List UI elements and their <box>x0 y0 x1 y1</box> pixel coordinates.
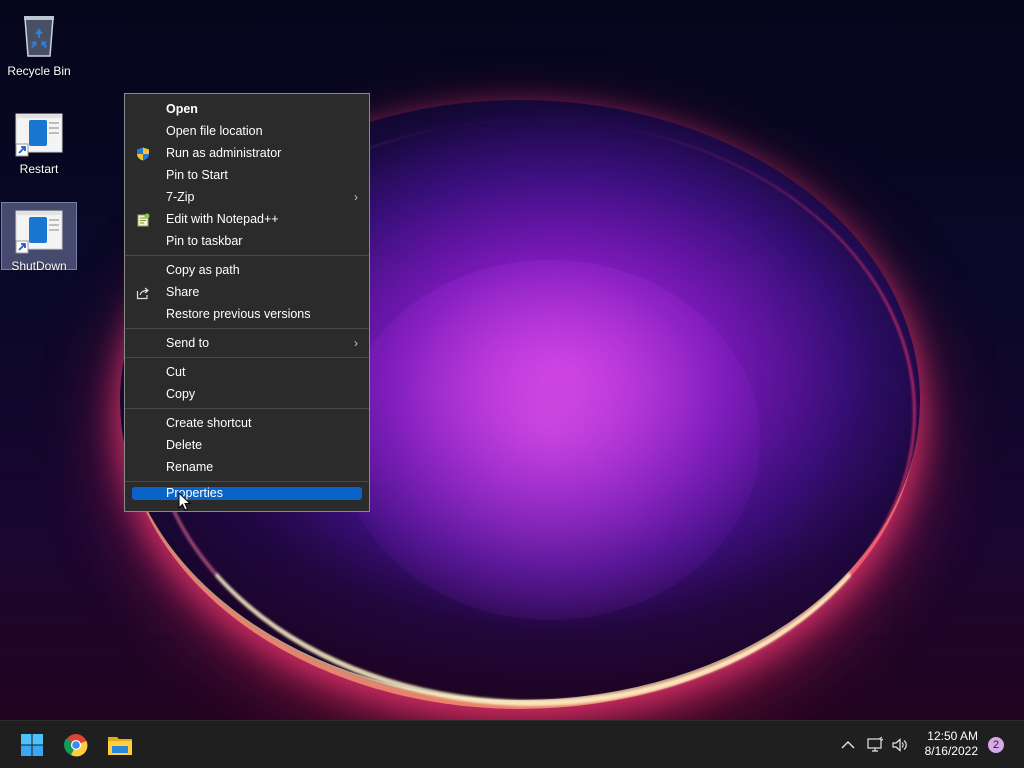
menu-item-restore-previous-versions[interactable]: Restore previous versions <box>132 303 362 325</box>
menu-item-open[interactable]: Open <box>132 98 362 120</box>
file-explorer-icon <box>108 737 132 755</box>
desktop-icon-label: Restart <box>19 162 59 176</box>
notepad-plus-plus-icon <box>136 212 150 227</box>
desktop-icon-shutdown[interactable]: ShutDown <box>1 202 77 273</box>
desktop-icon-label: ShutDown <box>11 259 67 273</box>
share-icon <box>136 285 150 300</box>
chevron-right-icon: › <box>354 336 358 350</box>
menu-item-edit-with-notepad-plus-plus[interactable]: Edit with Notepad++ <box>132 208 362 230</box>
clock-time: 12:50 AM <box>927 729 978 743</box>
chevron-up-icon[interactable] <box>839 736 857 754</box>
clock-date: 8/16/2022 <box>924 744 978 758</box>
menu-item-label: Pin to Start <box>166 168 228 182</box>
menu-separator <box>125 408 369 409</box>
notification-badge[interactable]: 2 <box>988 737 1004 753</box>
menu-item-label: Cut <box>166 365 186 379</box>
menu-item-cut[interactable]: Cut <box>132 361 362 383</box>
menu-item-label: Open file location <box>166 124 263 138</box>
windows-start-icon <box>21 734 43 756</box>
context-menu: Open Open file location Run as administr… <box>124 93 370 512</box>
menu-item-label: Delete <box>166 438 203 452</box>
menu-item-create-shortcut[interactable]: Create shortcut <box>132 412 362 434</box>
menu-item-copy[interactable]: Copy <box>132 383 362 405</box>
menu-item-rename[interactable]: Rename <box>132 456 362 478</box>
menu-item-label: Rename <box>166 460 214 474</box>
menu-item-label: 7-Zip <box>166 190 195 204</box>
desktop-icon-label: Recycle Bin <box>7 64 71 78</box>
menu-item-pin-to-start[interactable]: Pin to Start <box>132 164 362 186</box>
chevron-right-icon: › <box>354 190 358 204</box>
menu-item-label: Copy <box>166 387 196 401</box>
menu-item-delete[interactable]: Delete <box>132 434 362 456</box>
menu-item-7zip[interactable]: 7-Zip › <box>132 186 362 208</box>
taskbar-clock[interactable]: 12:50 AM 8/16/2022 <box>925 729 978 759</box>
menu-item-label: Create shortcut <box>166 416 252 430</box>
desktop-icon-recycle-bin[interactable]: Recycle Bin <box>1 8 77 84</box>
menu-item-label: Open <box>166 102 198 116</box>
menu-separator <box>125 481 369 482</box>
menu-item-label: Send to <box>166 336 210 350</box>
menu-item-open-file-location[interactable]: Open file location <box>132 120 362 142</box>
menu-item-send-to[interactable]: Send to › <box>132 332 362 354</box>
start-button[interactable] <box>14 727 50 763</box>
mouse-cursor-icon <box>178 492 192 511</box>
menu-item-properties[interactable]: Properties <box>132 487 362 500</box>
menu-separator <box>125 255 369 256</box>
menu-item-label: Edit with Notepad++ <box>166 212 279 226</box>
menu-item-label: Properties <box>166 486 223 500</box>
menu-separator <box>125 328 369 329</box>
volume-icon[interactable] <box>891 736 909 754</box>
menu-item-label: Restore previous versions <box>166 307 311 321</box>
menu-item-label: Share <box>166 285 200 299</box>
shortcut-icon <box>15 207 63 255</box>
taskbar: 12:50 AM 8/16/2022 2 <box>0 720 1024 768</box>
menu-item-share[interactable]: Share <box>132 281 362 303</box>
shortcut-icon <box>15 110 63 158</box>
menu-separator <box>125 357 369 358</box>
network-icon[interactable] <box>866 736 884 754</box>
menu-item-label: Copy as path <box>166 263 240 277</box>
wallpaper-orb-glow <box>340 260 760 620</box>
menu-item-label: Run as administrator <box>166 146 282 160</box>
desktop: Recycle Bin Restart ShutDown Open Open f… <box>0 0 1024 720</box>
taskbar-file-explorer-button[interactable] <box>102 727 138 763</box>
menu-item-run-as-administrator[interactable]: Run as administrator <box>132 142 362 164</box>
menu-item-label: Pin to taskbar <box>166 234 243 248</box>
uac-shield-icon <box>136 146 150 161</box>
desktop-icon-restart[interactable]: Restart <box>1 106 77 182</box>
menu-item-copy-as-path[interactable]: Copy as path <box>132 259 362 281</box>
recycle-bin-icon <box>15 12 63 60</box>
taskbar-chrome-button[interactable] <box>58 727 94 763</box>
chrome-icon <box>64 734 88 757</box>
menu-item-pin-to-taskbar[interactable]: Pin to taskbar <box>132 230 362 252</box>
